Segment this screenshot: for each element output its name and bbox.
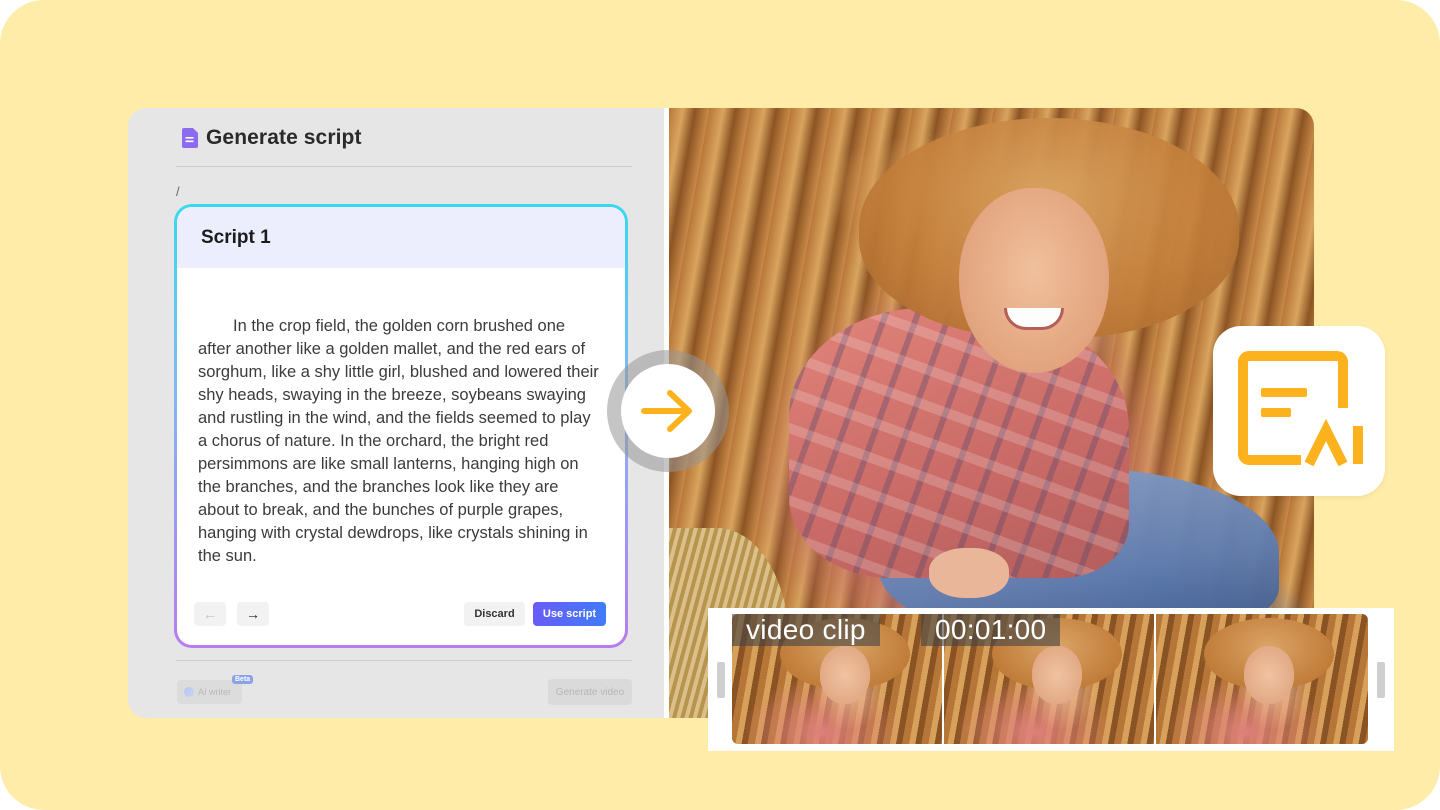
clip-frame bbox=[1156, 614, 1368, 744]
ai-writer-button[interactable]: AI writer bbox=[177, 680, 242, 704]
hand-shape bbox=[929, 548, 1009, 598]
breadcrumb: / bbox=[176, 184, 180, 199]
generate-video-button[interactable]: Generate video bbox=[548, 679, 632, 705]
convert-arrow-button bbox=[621, 364, 715, 458]
trim-handle-right[interactable] bbox=[1377, 662, 1385, 698]
clip-name-label: video clip bbox=[732, 614, 880, 646]
video-timeline: video clip 00:01:00 bbox=[708, 608, 1394, 751]
trim-handle-left[interactable] bbox=[717, 662, 725, 698]
beta-badge: Beta bbox=[232, 675, 254, 684]
ai-writer-icon bbox=[184, 687, 194, 697]
ai-writer-badge bbox=[1213, 326, 1385, 496]
face-shape bbox=[959, 188, 1109, 373]
arrow-right-icon: → bbox=[246, 606, 260, 622]
divider-line bbox=[176, 660, 632, 661]
divider-line bbox=[176, 166, 632, 167]
arrow-right-icon bbox=[641, 390, 692, 432]
clip-timecode: 00:01:00 bbox=[921, 614, 1061, 646]
ai-writer-label: AI writer bbox=[198, 687, 232, 697]
script-text[interactable]: In the crop field, the golden corn brush… bbox=[198, 315, 602, 568]
next-script-button[interactable]: → bbox=[237, 602, 269, 626]
page-title: Generate script bbox=[206, 126, 362, 149]
ai-writer-logo-icon bbox=[1238, 351, 1363, 467]
script-editor-panel: Generate script / Script 1 In the crop f… bbox=[128, 108, 664, 718]
use-script-button[interactable]: Use script bbox=[533, 602, 606, 626]
panel-header: Generate script bbox=[182, 126, 362, 150]
document-icon bbox=[182, 128, 198, 148]
arrow-left-icon: ← bbox=[203, 606, 217, 622]
previous-script-button[interactable]: ← bbox=[194, 602, 226, 626]
discard-button[interactable]: Discard bbox=[464, 602, 525, 626]
script-title: Script 1 bbox=[201, 226, 271, 248]
script-card: Script 1 In the crop field, the golden c… bbox=[174, 204, 628, 648]
promo-canvas: Generate script / Script 1 In the crop f… bbox=[0, 0, 1440, 810]
script-card-header: Script 1 bbox=[177, 207, 625, 268]
